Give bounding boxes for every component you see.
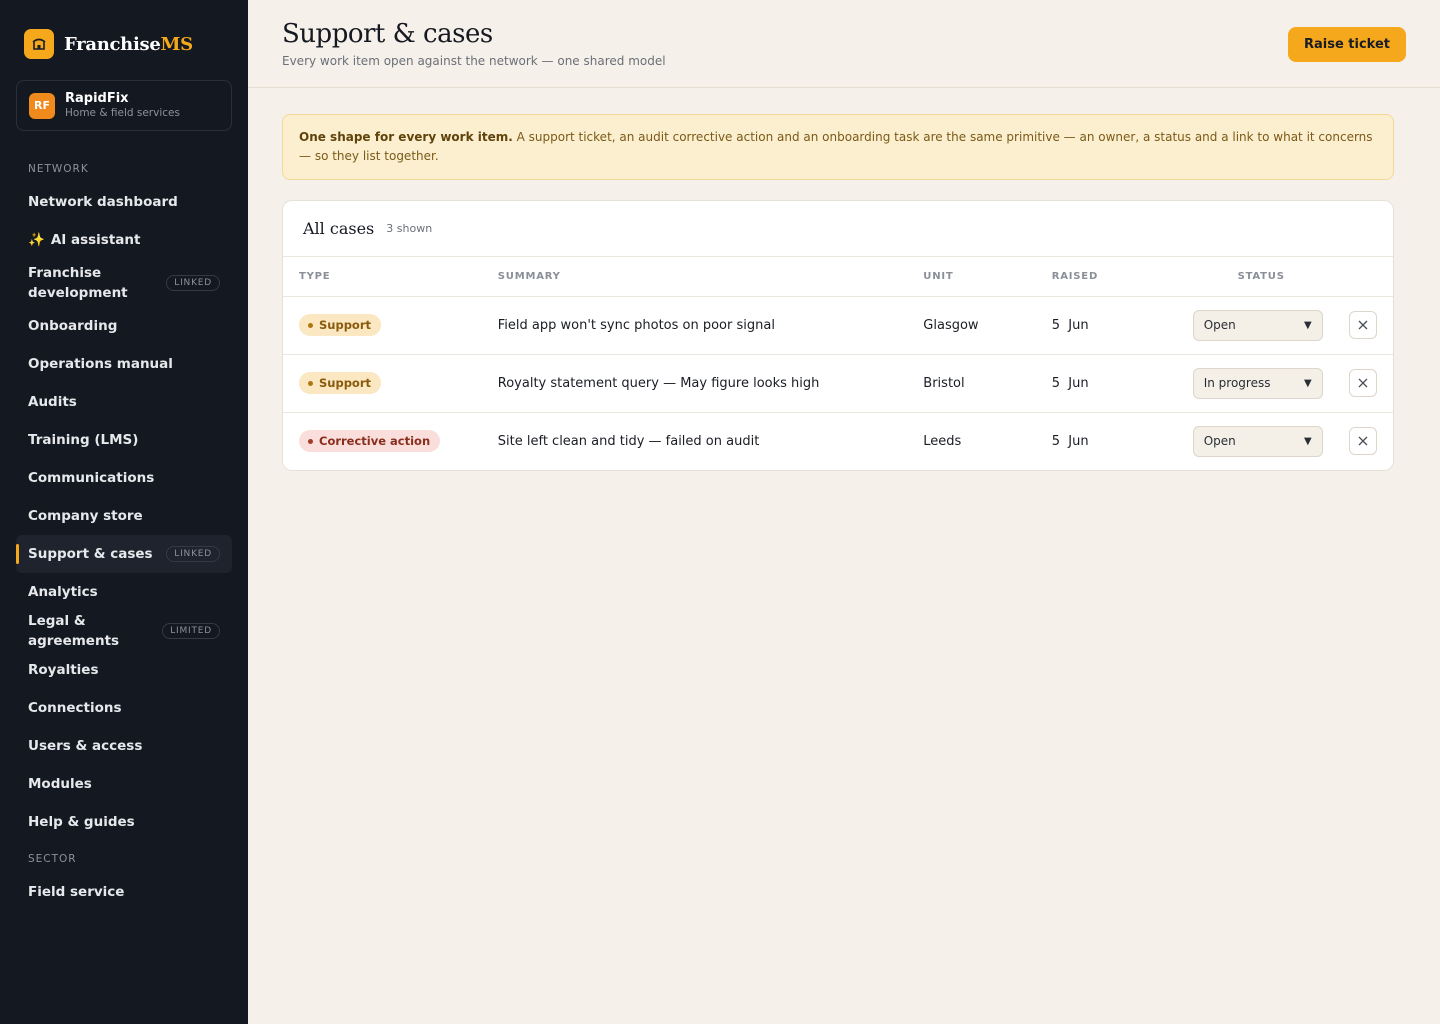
chevron-down-icon: ▼ (1304, 319, 1312, 331)
cases-table: TYPE SUMMARY UNIT RAISED STATUS Support … (283, 257, 1393, 470)
case-raised: 5 Jun (1051, 354, 1163, 413)
section-label-sector: SECTOR (28, 853, 77, 865)
cases-card: All cases 3 shown TYPE SUMMARY UNIT RAIS… (282, 200, 1394, 471)
org-switcher[interactable]: RF RapidFix Home & field services (16, 80, 232, 131)
close-case-button[interactable] (1349, 427, 1377, 456)
column-header-status: STATUS (1162, 257, 1323, 297)
sidebar-item-analytics[interactable]: Analytics (16, 573, 232, 611)
sidebar-item-network-dashboard[interactable]: Network dashboard (16, 183, 232, 221)
close-icon (1358, 378, 1368, 388)
case-summary: Royalty statement query — May figure loo… (497, 354, 924, 413)
table-row[interactable]: Support Field app won't sync photos on p… (283, 296, 1393, 355)
notice-bold: One shape for every work item. (299, 130, 513, 144)
sidebar-item-franchise-development[interactable]: Franchise development LINKED (16, 259, 232, 307)
page-title: Support & cases (282, 19, 493, 49)
case-raised: 5 Jun (1051, 296, 1163, 355)
case-raised: 5 Jun (1051, 433, 1089, 449)
org-name: RapidFix (65, 91, 129, 106)
table-row[interactable]: Corrective action Site left clean and ti… (283, 412, 1393, 470)
sparkles-icon: ✨ (28, 232, 45, 248)
column-header-type: TYPE (283, 257, 498, 297)
case-summary: Site left clean and tidy — failed on aud… (497, 433, 760, 449)
sidebar-item-legal-agreements[interactable]: Legal & agreements LIMITED (16, 611, 232, 651)
cases-title: All cases (303, 219, 375, 238)
case-summary: Field app won't sync photos on poor sign… (497, 296, 924, 355)
column-header-raised: RAISED (1051, 257, 1163, 297)
cases-card-header: All cases 3 shown (283, 201, 1393, 257)
table-header-row: TYPE SUMMARY UNIT RAISED STATUS (283, 257, 1393, 297)
sidebar-item-support-cases[interactable]: Support & cases LINKED (16, 535, 232, 573)
dot-icon (308, 380, 313, 386)
raise-ticket-button[interactable]: Raise ticket (1287, 27, 1406, 62)
page-subtitle: Every work item open against the network… (282, 54, 666, 68)
case-unit: Glasgow (923, 296, 1052, 355)
cases-count: 3 shown (386, 222, 433, 235)
sidebar-item-training[interactable]: Training (LMS) (16, 421, 232, 459)
chevron-down-icon: ▼ (1304, 435, 1312, 447)
dot-icon (308, 438, 313, 444)
sidebar-item-company-store[interactable]: Company store (16, 497, 232, 535)
page-header: Support & cases Every work item open aga… (248, 0, 1440, 88)
sidebar-nav: Network dashboard ✨ AI assistant Franchis… (16, 183, 232, 841)
sidebar-item-royalties[interactable]: Royalties (16, 651, 232, 689)
sidebar-item-connections[interactable]: Connections (16, 689, 232, 727)
section-label-network: NETWORK (28, 163, 89, 175)
chevron-down-icon: ▼ (1304, 377, 1312, 389)
close-icon (1358, 436, 1368, 446)
column-header-action (1322, 257, 1393, 297)
sidebar-item-communications[interactable]: Communications (16, 459, 232, 497)
status-select[interactable]: Open ▼ (1192, 425, 1323, 457)
info-notice: One shape for every work item. A support… (282, 114, 1394, 180)
sidebar-item-field-service[interactable]: Field service (16, 873, 232, 911)
close-case-button[interactable] (1349, 311, 1377, 339)
table-row[interactable]: Support Royalty statement query — May fi… (283, 354, 1393, 413)
sidebar-item-users-access[interactable]: Users & access (16, 727, 232, 765)
linked-badge: LINKED (166, 546, 220, 562)
case-unit: Bristol (923, 354, 1052, 413)
status-select[interactable]: Open ▼ (1192, 309, 1323, 341)
close-case-button[interactable] (1349, 369, 1377, 397)
column-header-unit: UNIT (923, 257, 1052, 297)
sidebar-item-help-guides[interactable]: Help & guides (16, 803, 232, 841)
type-pill: Support (299, 372, 382, 394)
sidebar: FranchiseMS RF RapidFix Home & field ser… (0, 0, 248, 1024)
close-icon (1358, 320, 1368, 330)
status-select[interactable]: In progress ▼ (1192, 367, 1323, 399)
main-content: Support & cases Every work item open aga… (248, 0, 1440, 1024)
org-avatar: RF (29, 92, 55, 119)
brand-name: FranchiseMS (64, 33, 193, 55)
sidebar-item-onboarding[interactable]: Onboarding (16, 307, 232, 345)
type-pill: Support (299, 314, 382, 336)
sidebar-item-ai-assistant[interactable]: ✨ AI assistant (16, 221, 232, 259)
column-header-summary: SUMMARY (497, 257, 924, 297)
linked-badge: LINKED (166, 275, 220, 291)
sidebar-item-modules[interactable]: Modules (16, 765, 232, 803)
limited-badge: LIMITED (162, 623, 220, 639)
case-unit: Leeds (923, 433, 962, 449)
dot-icon (308, 322, 313, 328)
brand[interactable]: FranchiseMS (16, 28, 232, 60)
type-pill: Corrective action (299, 430, 441, 453)
sidebar-item-audits[interactable]: Audits (16, 383, 232, 421)
org-subtitle: Home & field services (65, 107, 180, 119)
sidebar-item-operations-manual[interactable]: Operations manual (16, 345, 232, 383)
storefront-icon (24, 29, 54, 59)
